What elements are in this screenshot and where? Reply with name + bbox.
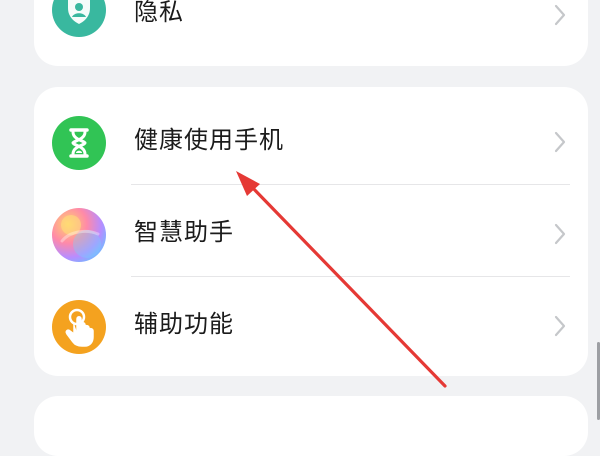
settings-item-label-accessibility: 辅助功能 xyxy=(134,310,234,338)
privacy-icon xyxy=(52,0,106,37)
settings-item-label-privacy: 隐私 xyxy=(134,0,184,26)
chevron-right-icon xyxy=(554,222,566,246)
settings-item-digital-wellbeing[interactable]: 健康使用手机 xyxy=(34,96,588,188)
assistant-orb-icon xyxy=(52,208,106,262)
settings-group-top: 隐私 xyxy=(34,0,588,66)
settings-item-label-digital-wellbeing: 健康使用手机 xyxy=(134,126,284,154)
hand-pointer-icon xyxy=(52,300,106,354)
chevron-right-icon xyxy=(554,3,566,27)
hourglass-icon xyxy=(52,116,106,170)
chevron-right-icon xyxy=(554,130,566,154)
divider xyxy=(131,184,570,185)
settings-item-smart-assistant[interactable]: 智慧助手 xyxy=(34,188,588,280)
divider xyxy=(131,276,570,277)
chevron-right-icon xyxy=(554,314,566,338)
settings-item-label-smart-assistant: 智慧助手 xyxy=(134,218,234,246)
settings-item-privacy[interactable]: 隐私 xyxy=(34,0,588,64)
settings-item-accessibility[interactable]: 辅助功能 xyxy=(34,280,588,372)
settings-group-main: 健康使用手机 智慧助手 辅助功能 xyxy=(34,87,588,376)
settings-group-bottom xyxy=(34,396,588,456)
